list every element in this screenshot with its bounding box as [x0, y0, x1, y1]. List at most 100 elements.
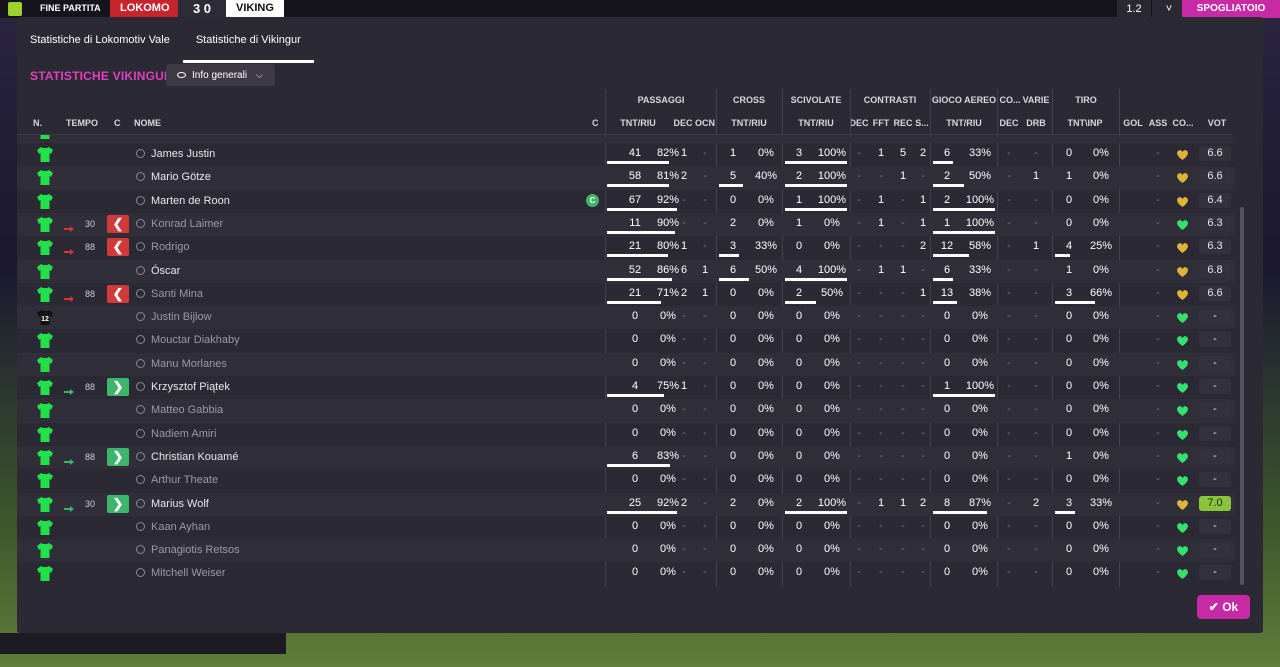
chances-created: - — [703, 193, 707, 206]
header-con-fft[interactable]: FFT — [871, 118, 891, 128]
stats-view-dropdown[interactable]: Info generali ⌵ — [166, 64, 275, 86]
header-pass-dec[interactable]: DEC — [672, 118, 694, 128]
header-cross[interactable]: CROSS — [717, 95, 781, 105]
header-contrasti[interactable]: CONTRASTI — [851, 95, 929, 105]
header-pass-ocn[interactable]: OCN — [695, 118, 715, 128]
header-c[interactable]: C — [114, 118, 121, 128]
header-gioco-aereo[interactable]: GIOCO AEREO — [931, 95, 997, 105]
subbed-out-button[interactable]: ❮ — [107, 284, 129, 303]
duel-stat: - — [901, 193, 905, 206]
table-row[interactable]: Nadiem Amiri 0 0% - -0 0% 0 0% - - - -0 0% - -0 0% - - — [17, 423, 1235, 446]
shirt-icon — [36, 216, 54, 233]
header-nome[interactable]: NOME — [134, 118, 161, 128]
header-con-s[interactable]: S... — [913, 118, 931, 128]
dribbles: - — [1034, 403, 1038, 416]
player-name[interactable]: Óscar — [151, 265, 180, 277]
duel-stat: - — [857, 216, 861, 229]
header-pass-tnt[interactable]: TNT/RIU — [615, 118, 661, 128]
header-ass[interactable]: ASS — [1147, 118, 1169, 128]
player-name[interactable]: Panagiotis Retsos — [151, 544, 240, 556]
header-cross-tnt[interactable]: TNT/RIU — [725, 118, 773, 128]
table-row[interactable]: Panagiotis Retsos 0 0% - -0 0% 0 0% - - - -0 0% - -0 0%… — [17, 539, 1235, 563]
table-row[interactable]: 12 Justin Bijlow 0 0% - -0 0% 0 0% - - - -0 0% - -0 0% - - — [17, 306, 1235, 330]
tab-vikingur[interactable]: Statistiche di Vikingur — [182, 17, 314, 63]
header-c2[interactable]: C — [592, 118, 599, 128]
table-row[interactable]: 30 ❮ Konrad Laimer 11 90% - -2 0% 1 0% -1-1 1 100% - -… — [17, 212, 1235, 237]
table-row[interactable]: Óscar 52 86% 6 1 6 50% 4 100% -1 1-6 33% - -1 0% -6.8 — [17, 259, 1235, 283]
svg-text:12: 12 — [41, 316, 49, 323]
shots-percent: 0% — [1093, 403, 1109, 416]
player-name[interactable]: Santi Mina — [151, 288, 203, 300]
player-name[interactable]: Marius Wolf — [151, 498, 209, 510]
player-name[interactable]: Rodrigo — [151, 241, 190, 253]
table-row-partial[interactable]: Abdou Diallo — [17, 135, 1235, 143]
header-co[interactable]: CO... — [999, 95, 1021, 105]
player-name[interactable]: Kaan Ayhan — [151, 521, 210, 533]
table-row[interactable]: 88 ❮ Rodrigo 21 80% 1-3 33% 0 0% - - -2 12 58% -1 4 25% -… — [17, 236, 1235, 259]
shirt-icon — [36, 519, 54, 536]
table-row[interactable]: Kaan Ayhan 0 0% - -0 0% 0 0% - - - -0 0% - -0 0% - - — [17, 516, 1235, 539]
player-name[interactable]: Matteo Gabbia — [151, 404, 223, 416]
table-row[interactable]: 88 ❯ Christian Kouamé 6 83% - -0 0% 0 0% - - - -0 0% - -… — [17, 445, 1235, 470]
table-row[interactable]: Mitchell Weiser 0 0% - -0 0% 0 0% - - - -0 0% - -0 0% - - — [17, 562, 1235, 585]
header-gol[interactable]: GOL — [1121, 118, 1145, 128]
subbed-in-button[interactable]: ❯ — [107, 494, 129, 513]
header-number[interactable]: N. — [33, 118, 42, 128]
header-vot[interactable]: VOT — [1203, 118, 1231, 128]
header-tiro-tnt[interactable]: TNT\INP — [1061, 118, 1109, 128]
table-row[interactable]: Mouctar Diakhaby 0 0% - -0 0% 0 0% - - - -0 0% - -0 0% -… — [17, 329, 1235, 352]
headers-attempted: 8 — [943, 496, 951, 509]
table-row[interactable]: James Justin 41 82% 1-1 0% 3 100% -1 5 2 6 33% - -0 0%… — [17, 143, 1235, 166]
player-name[interactable]: Justin Bijlow — [151, 311, 212, 323]
table-row[interactable]: Mario Götze 58 81% 2-5 40% 2 100% - -1-2 50% -1 1 0%… — [17, 166, 1235, 190]
passes-attempted: 41 — [628, 147, 642, 159]
subbed-in-button[interactable]: ❯ — [107, 378, 129, 396]
header-sciv-tnt[interactable]: TNT/RIU — [792, 118, 840, 128]
player-name[interactable]: Arthur Theate — [151, 474, 218, 486]
table-row[interactable]: 88 ❯ Krzysztof Piątek 4 75% 1-0 0% 0 0% - - - -1 100%… — [17, 376, 1235, 399]
player-name[interactable]: James Justin — [151, 148, 215, 160]
table-row[interactable]: 88 ❮ Santi Mina 21 71% 2 1 0 0% 2 50% - - -1 13 38% - -3 6… — [17, 283, 1235, 306]
header-passaggi[interactable]: PASSAGGI — [607, 95, 715, 105]
dressing-room-button[interactable]: SPOGLIATOIO — [1182, 0, 1280, 18]
tab-lokomotiv[interactable]: Statistiche di Lokomotiv Vale — [17, 17, 183, 63]
header-varie[interactable]: VARIE — [1021, 95, 1051, 105]
player-name[interactable]: Manu Morlanes — [151, 358, 227, 370]
speed-button[interactable]: 1.2 — [1117, 0, 1151, 18]
subbed-out-button[interactable]: ❮ — [107, 238, 129, 257]
header-co-dec[interactable]: DEC — [998, 118, 1020, 128]
header-con-rec[interactable]: REC — [893, 118, 913, 128]
table-row[interactable]: Marten de Roon C 67 92% - -0 0% 1 100% -1-1 2 100% -… — [17, 190, 1235, 213]
duel-stat: - — [857, 380, 861, 392]
header-aer-tnt[interactable]: TNT/RIU — [939, 118, 989, 128]
table-row[interactable]: Manu Morlanes 0 0% - -0 0% 0 0% - - - -0 0% - -0 0% - - — [17, 352, 1235, 376]
header-con-dec[interactable]: DEC — [849, 118, 869, 128]
header-drb[interactable]: DRB — [1023, 118, 1049, 128]
header-co2[interactable]: CO... — [1170, 118, 1196, 128]
player-name[interactable]: Christian Kouamé — [151, 451, 238, 463]
subbed-in-button[interactable]: ❯ — [107, 447, 129, 466]
player-name[interactable]: Mouctar Diakhaby — [151, 334, 240, 346]
collapse-button[interactable]: ˅ — [1152, 0, 1186, 18]
header-tiro[interactable]: TIRO — [1053, 95, 1119, 105]
ok-button[interactable]: ✔ Ok — [1197, 595, 1250, 619]
condition-heart-icon — [1176, 544, 1189, 557]
table-row[interactable]: Arthur Theate 0 0% - -0 0% 0 0% - - - -0 0% - -0 0% - - — [17, 469, 1235, 492]
player-name[interactable]: Mitchell Weiser — [151, 567, 225, 579]
table-row[interactable]: 30 ❯ Marius Wolf 25 92% 2-2 0% 2 100% -1 1 2 8 87% -2 3… — [17, 492, 1235, 516]
header-tempo[interactable]: TEMPO — [66, 118, 98, 128]
subbed-out-button[interactable]: ❮ — [107, 214, 129, 233]
table-row[interactable]: Matteo Gabbia 0 0% - -0 0% 0 0% - - - -0 0% - -0 0% - - — [17, 399, 1235, 423]
shots-percent: 0% — [1093, 543, 1109, 556]
player-name[interactable]: Konrad Laimer — [151, 218, 223, 230]
player-name[interactable]: Krzysztof Piątek — [151, 381, 230, 393]
table-scrollbar[interactable] — [1240, 207, 1244, 585]
duel-stat: - — [901, 426, 905, 439]
header-scivolate[interactable]: SCIVOLATE — [783, 95, 849, 105]
player-name[interactable]: Marten de Roon — [151, 195, 230, 207]
player-name[interactable]: Nadiem Amiri — [151, 428, 216, 440]
player-name[interactable]: Abdou Diallo — [151, 135, 213, 137]
player-name[interactable]: Mario Götze — [151, 171, 211, 183]
passes-attempted: 11 — [629, 216, 641, 229]
chances-created: - — [703, 496, 707, 509]
